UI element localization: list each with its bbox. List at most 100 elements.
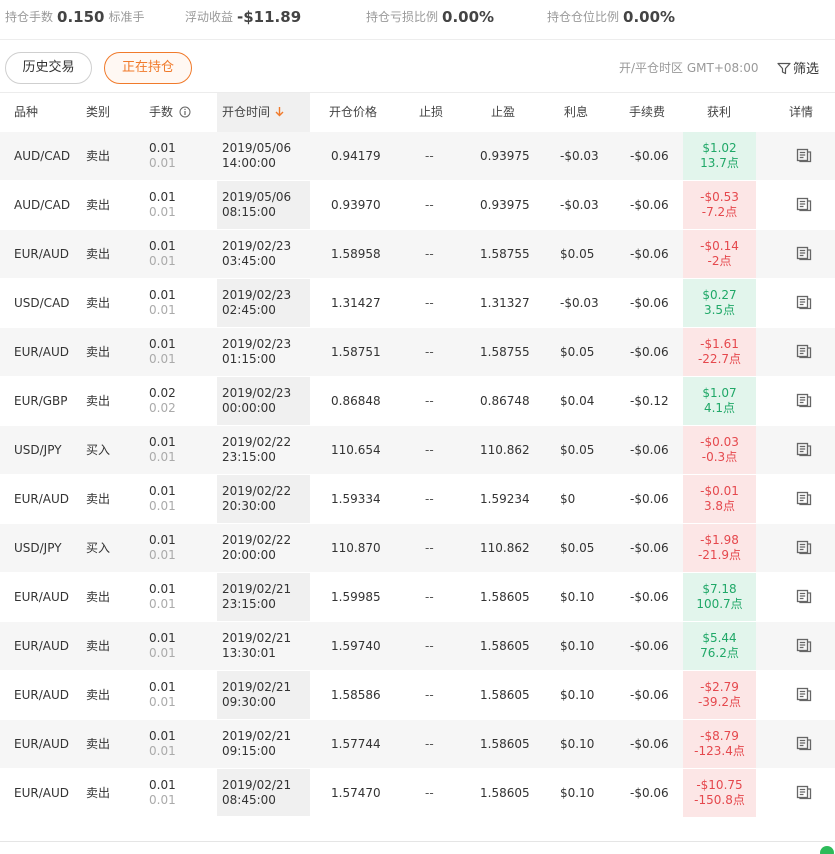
- cell-open-date: 2019/02/21: [222, 778, 292, 792]
- stat-loss-ratio: 持仓亏损比例 0.00%: [366, 6, 494, 26]
- col-lots-label: 手数: [149, 105, 174, 119]
- cell-stop-loss: --: [425, 688, 434, 702]
- cell-lots: 0.01 0.01: [149, 181, 176, 229]
- cell-take-profit: 110.862: [480, 541, 530, 555]
- cell-take-profit: 0.86748: [480, 394, 530, 408]
- document-icon[interactable]: [796, 735, 812, 751]
- cell-open-date: 2019/05/06: [222, 141, 292, 155]
- cell-profit-points: 13.7点: [700, 156, 739, 170]
- cell-open-date: 2019/02/22: [222, 533, 292, 547]
- cell-lots-sub: 0.01: [149, 695, 176, 709]
- info-circle-icon[interactable]: [179, 106, 191, 118]
- document-icon[interactable]: [796, 294, 812, 310]
- cell-profit-points: 3.8点: [703, 499, 736, 513]
- cell-lots-sub: 0.01: [149, 156, 176, 170]
- cell-profit-amount: $1.02: [702, 141, 737, 155]
- col-profit: 获利: [707, 105, 732, 119]
- cell-open-time: 2019/02/23 00:00:00: [222, 377, 291, 425]
- cell-take-profit: 1.58605: [480, 590, 530, 604]
- document-icon[interactable]: [796, 588, 812, 604]
- cell-open-time: 2019/02/22 20:00:00: [222, 524, 291, 572]
- cell-profit-points: -150.8点: [694, 793, 745, 807]
- document-icon[interactable]: [796, 245, 812, 261]
- cell-open-date: 2019/02/23: [222, 386, 292, 400]
- cell-profit-points: 76.2点: [700, 646, 739, 660]
- document-icon[interactable]: [796, 147, 812, 163]
- table-row: AUD/CAD 卖出 0.01 0.01 2019/05/06 14:00:00 0.941…: [0, 132, 835, 181]
- cell-open-price: 0.86848: [331, 394, 381, 408]
- cell-lots: 0.01 0.01: [149, 132, 176, 180]
- cell-lots-value: 0.01: [149, 141, 176, 155]
- stat-lots-unit: 标准手: [108, 10, 145, 24]
- cell-profit-amount: -$8.79: [700, 729, 739, 743]
- cell-open-clock: 09:30:00: [222, 695, 276, 709]
- cell-lots-sub: 0.01: [149, 793, 176, 807]
- cell-open-time: 2019/02/21 09:30:00: [222, 671, 291, 719]
- tab-open-positions[interactable]: 正在持仓: [104, 52, 192, 84]
- arrow-down-icon: [275, 107, 284, 117]
- cell-lots-sub: 0.01: [149, 254, 176, 268]
- cell-profit: -$1.61 -22.7点: [683, 328, 756, 376]
- cell-symbol: EUR/AUD: [14, 492, 69, 506]
- document-icon[interactable]: [796, 196, 812, 212]
- document-icon[interactable]: [796, 441, 812, 457]
- cell-lots: 0.01 0.01: [149, 720, 176, 768]
- cell-interest: $0.05: [560, 345, 595, 359]
- cell-side: 买入: [86, 541, 111, 555]
- cell-profit: -$2.79 -39.2点: [683, 671, 756, 719]
- cell-open-clock: 13:30:01: [222, 646, 276, 660]
- status-dot-icon: [820, 846, 834, 854]
- cell-open-clock: 20:30:00: [222, 499, 276, 513]
- col-lots: 手数: [149, 93, 191, 133]
- cell-profit: -$0.03 -0.3点: [683, 426, 756, 474]
- cell-open-time: 2019/02/22 20:30:00: [222, 475, 291, 523]
- document-icon[interactable]: [796, 784, 812, 800]
- cell-interest: $0.10: [560, 590, 595, 604]
- table-row: USD/CAD 卖出 0.01 0.01 2019/02/23 02:45:00 1.314…: [0, 279, 835, 328]
- table-header: 品种 类别 手数 开仓时间 开仓价格 止损 止盈 利息 手续费 获利 详情: [0, 92, 835, 132]
- cell-lots: 0.01 0.01: [149, 573, 176, 621]
- document-icon[interactable]: [796, 637, 812, 653]
- cell-lots: 0.01 0.01: [149, 475, 176, 523]
- filter-label: 筛选: [793, 62, 820, 77]
- cell-side: 卖出: [86, 149, 111, 163]
- cell-fee: -$0.06: [630, 786, 669, 800]
- cell-interest: -$0.03: [560, 296, 599, 310]
- stat-floating-pnl-value: -$11.89: [237, 7, 302, 26]
- cell-stop-loss: --: [425, 394, 434, 408]
- document-icon[interactable]: [796, 392, 812, 408]
- cell-open-clock: 23:15:00: [222, 450, 276, 464]
- cell-open-price: 1.58751: [331, 345, 381, 359]
- cell-lots-value: 0.01: [149, 778, 176, 792]
- cell-interest: $0.05: [560, 541, 595, 555]
- cell-open-price: 0.93970: [331, 198, 381, 212]
- cell-profit-points: -39.2点: [697, 695, 742, 709]
- cell-open-clock: 08:15:00: [222, 205, 276, 219]
- cell-open-time: 2019/05/06 14:00:00: [222, 132, 291, 180]
- cell-interest: $0.04: [560, 394, 595, 408]
- table-row: EUR/AUD 卖出 0.01 0.01 2019/02/21 08:45:00 1.574…: [0, 769, 835, 818]
- document-icon[interactable]: [796, 490, 812, 506]
- cell-lots: 0.01 0.01: [149, 671, 176, 719]
- cell-open-price: 1.57744: [331, 737, 381, 751]
- cell-open-date: 2019/02/23: [222, 337, 292, 351]
- stat-lots: 持仓手数 0.150 标准手: [5, 6, 144, 26]
- stat-position-ratio: 持仓仓位比例 0.00%: [547, 6, 675, 26]
- tab-history-trades[interactable]: 历史交易: [5, 52, 92, 84]
- cell-lots: 0.01 0.01: [149, 769, 176, 817]
- filter-button[interactable]: 筛选: [777, 58, 819, 77]
- document-icon[interactable]: [796, 539, 812, 555]
- cell-side: 卖出: [86, 786, 111, 800]
- col-open-time[interactable]: 开仓时间: [222, 93, 284, 133]
- document-icon[interactable]: [796, 343, 812, 359]
- cell-profit-points: -2点: [707, 254, 732, 268]
- cell-open-time: 2019/02/22 23:15:00: [222, 426, 291, 474]
- cell-fee: -$0.06: [630, 247, 669, 261]
- summary-bar: 持仓手数 0.150 标准手 浮动收益 -$11.89 持仓亏损比例 0.00% 持仓仓…: [0, 0, 835, 40]
- cell-stop-loss: --: [425, 149, 434, 163]
- cell-profit-amount: $5.44: [702, 631, 737, 645]
- cell-stop-loss: --: [425, 737, 434, 751]
- document-icon[interactable]: [796, 686, 812, 702]
- cell-stop-loss: --: [425, 590, 434, 604]
- cell-lots-sub: 0.01: [149, 450, 176, 464]
